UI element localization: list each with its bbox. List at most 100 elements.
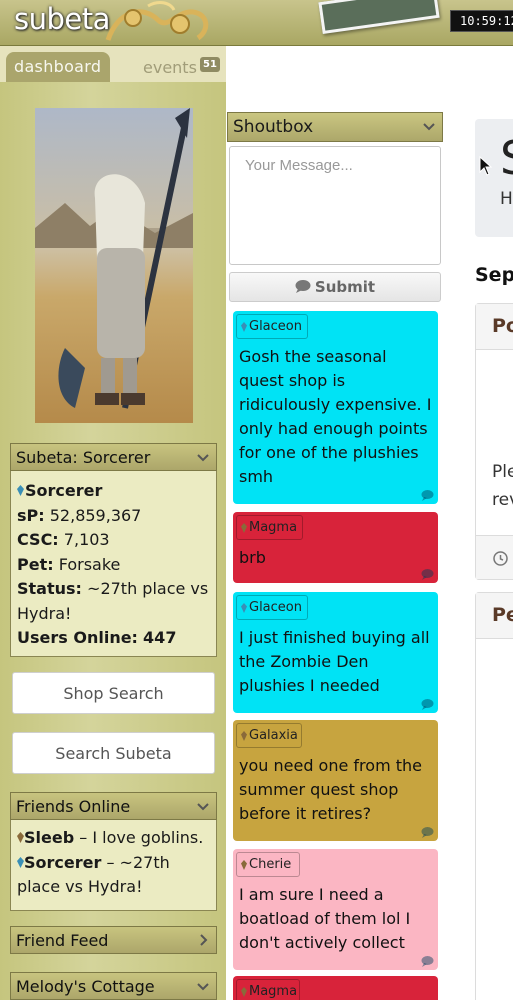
tab-events-label: events [143,58,197,77]
pet-label: Pet: [17,554,54,574]
shout-username-label: Cherie [249,857,292,872]
shout-message: Magma brb [233,512,438,583]
shout-username-label: Glaceon [249,600,302,615]
gem-icon [17,832,24,843]
friend-feed-title: Friend Feed [16,931,109,950]
sp-row: sP: 52,859,367 [17,504,216,529]
friends-online-list: Sleeb – I love goblins. Sorcerer – ~27th… [10,820,217,911]
reply-bubble-icon[interactable] [421,569,434,580]
chevron-down-icon[interactable] [420,117,438,135]
status-panel-header[interactable]: Subeta: Sorcerer [10,443,217,471]
shout-username[interactable]: Glaceon [236,595,308,620]
sp-value: 52,859,367 [49,505,142,525]
tab-events[interactable]: events 51 [115,52,223,82]
shop-search-button[interactable]: Shop Search [12,672,215,714]
gem-icon [17,485,24,496]
post-card-footer [476,535,513,579]
sidebar-tabs: dashboard events 51 [0,46,226,82]
csc-row: CSC: 7,103 [17,528,216,553]
sp-label: sP: [17,505,45,525]
status-panel: Sorcerer sP: 52,859,367 CSC: 7,103 Pet: … [10,471,217,657]
online-label: Users Online: [17,628,138,647]
cottage-header[interactable]: Melody's Cottage [10,972,217,1000]
chevron-right-icon[interactable] [194,931,212,949]
post-card-title[interactable]: Pe [476,593,513,639]
online-row: Users Online: 447 [17,626,216,651]
reply-bubble-icon[interactable] [421,699,434,710]
friend-feed-header[interactable]: Friend Feed [10,926,217,954]
header-photo [318,0,440,35]
shout-message: Galaxia you need one from the summer ques… [233,720,438,841]
pet-row: Pet: Forsake [17,553,216,578]
status-row: Status: ~27th place vs Hydra! [17,577,216,626]
events-count-badge: 51 [200,57,220,72]
speech-bubble-icon [295,280,311,293]
server-clock: 10:59:12 [450,10,513,32]
shout-message: Cherie I am sure I need a boatload of the… [233,849,438,970]
friends-online-header[interactable]: Friends Online [10,792,217,820]
post-card-line: rev [492,490,513,510]
shout-username[interactable]: Galaxia [236,723,302,748]
friend-name[interactable]: Sleeb [24,828,74,847]
gem-icon [241,322,247,332]
pet-value[interactable]: Forsake [59,555,121,574]
pet-avatar-image[interactable] [35,108,193,423]
chevron-down-icon[interactable] [194,448,212,466]
shout-username[interactable]: Cherie [236,852,300,877]
friend-name[interactable]: Sorcerer [24,853,101,872]
status-panel-title: Subeta: Sorcerer [16,448,151,467]
chevron-down-icon[interactable] [194,797,212,815]
shout-username[interactable]: Magma [236,515,303,540]
shout-message-input[interactable] [229,146,441,265]
shout-username-label: Magma [249,520,298,535]
chevron-down-icon[interactable] [194,977,212,995]
logo-ornament-icon [105,1,209,41]
gem-icon [241,731,247,741]
reply-bubble-icon[interactable] [421,827,434,838]
online-value: 447 [143,628,177,647]
shout-message: Glaceon I just finished buying all the Zo… [233,592,438,713]
shout-username-label: Magma [249,984,298,999]
pet-avatar-icon [35,108,193,409]
mouse-cursor-icon [479,156,493,176]
gem-icon [241,987,247,997]
gem-icon [241,603,247,613]
shoutbox-title: Shoutbox [233,117,314,137]
shout-message: Magma [233,976,438,1000]
friends-online-title: Friends Online [16,797,131,816]
welcome-title: S [500,131,513,185]
shout-username[interactable]: Glaceon [236,314,308,339]
gem-icon [241,523,247,533]
friend-status: – I love goblins. [79,828,204,847]
shout-submit-button[interactable]: Submit [229,272,441,302]
shout-text: I just finished buying all the Zombie De… [239,628,430,695]
reply-bubble-icon[interactable] [421,490,434,501]
shout-username-label: Glaceon [249,319,302,334]
shout-text: you need one from the summer quest shop … [239,756,422,823]
top-header: subeta 10:59:12 [0,0,513,46]
reply-bubble-icon[interactable] [421,956,434,967]
post-card: Pe [475,592,513,1000]
shout-submit-label: Submit [314,278,376,296]
search-subeta-button[interactable]: Search Subeta [12,732,215,774]
shout-username[interactable]: Magma [236,979,300,1000]
cottage-title: Melody's Cottage [16,977,155,996]
shoutbox-header[interactable]: Shoutbox [227,112,443,142]
csc-label: CSC: [17,530,59,549]
shout-username-label: Galaxia [249,728,298,743]
date-heading: Sept [475,264,513,286]
tab-dashboard[interactable]: dashboard [6,52,110,82]
username[interactable]: Sorcerer [25,481,102,500]
gem-icon [241,860,247,870]
welcome-subtitle: H [500,189,513,209]
welcome-banner: S H [475,119,513,237]
shout-text: brb [239,548,266,567]
friend-item: Sleeb – I love goblins. [17,826,216,851]
csc-value: 7,103 [63,530,110,549]
shout-text: Gosh the seasonal quest shop is ridiculo… [239,347,432,486]
post-card-title[interactable]: Po [476,304,513,350]
shout-message: Glaceon Gosh the seasonal quest shop is r… [233,311,438,504]
post-card: Po Ple rev [475,303,513,580]
site-logo[interactable]: subeta [14,2,110,36]
clock-icon [493,551,508,566]
